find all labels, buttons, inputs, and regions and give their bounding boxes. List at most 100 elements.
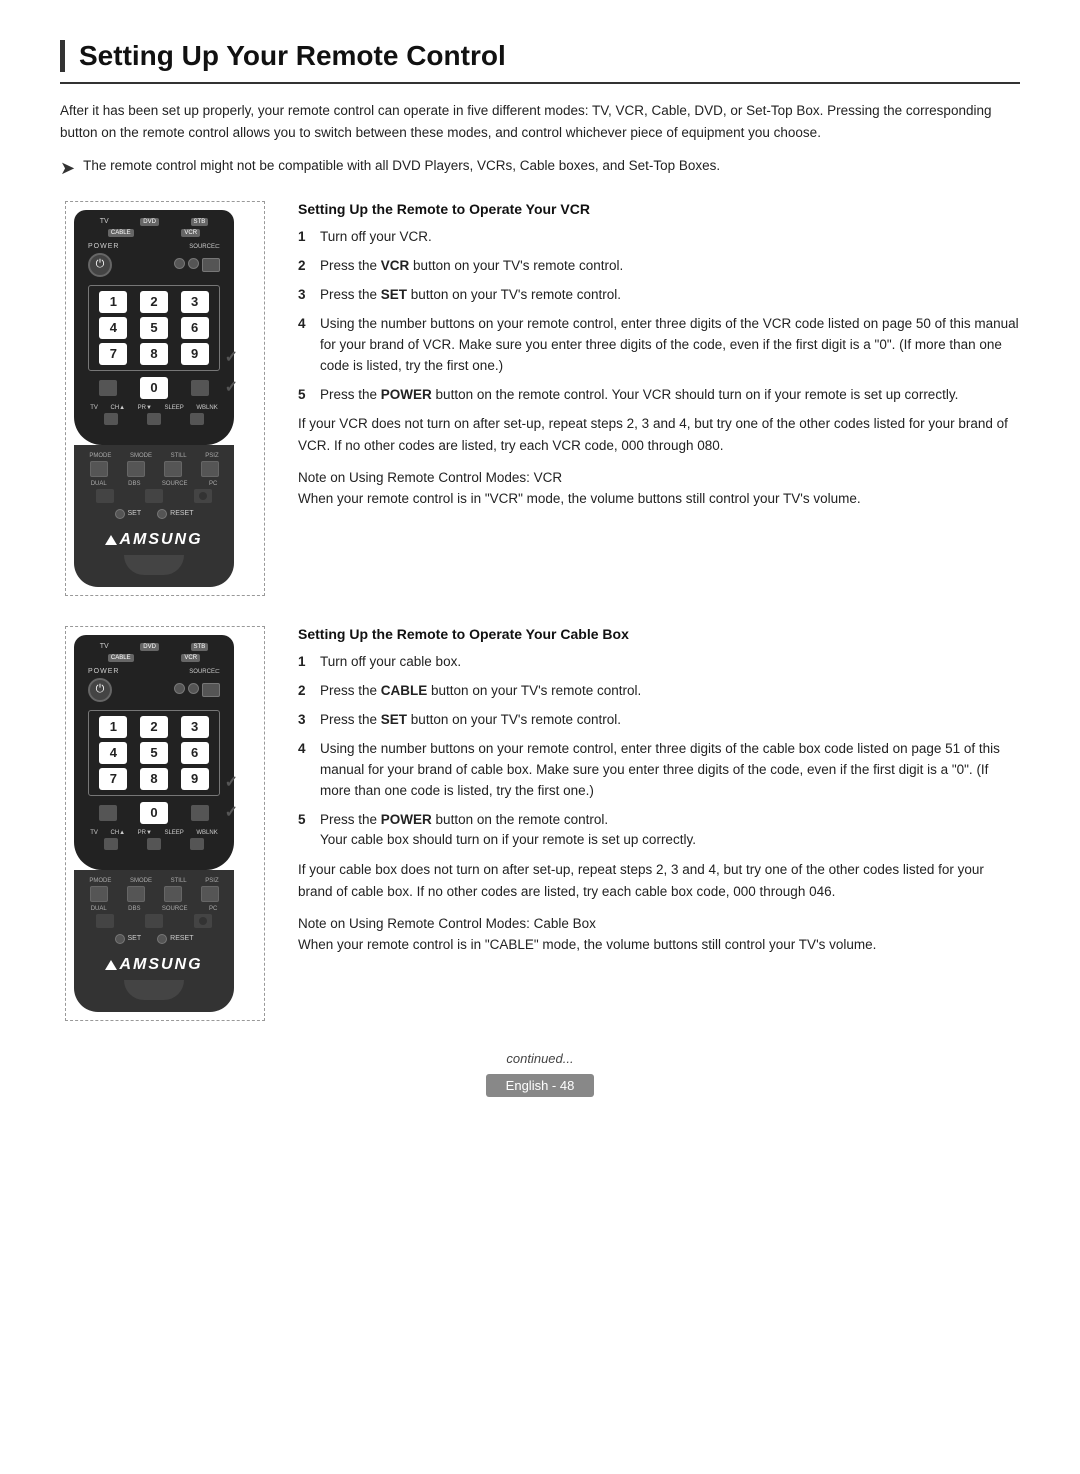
tv-nav-label: TV xyxy=(90,405,98,411)
cable-pr-nav-label: PR▼ xyxy=(138,830,152,836)
small-btn-1[interactable] xyxy=(174,258,185,269)
compatibility-note: ➤ The remote control might not be compat… xyxy=(60,155,1020,183)
reset-label: RESET xyxy=(170,510,193,517)
nav-btn-3[interactable] xyxy=(190,413,204,425)
power-circle-btn[interactable]: ⏻ xyxy=(88,253,112,277)
pr-nav-label: PR▼ xyxy=(138,405,152,411)
cable-steps-list: 1 Turn off your cable box. 2 Press the C… xyxy=(298,652,1020,851)
cable-nav-btn-2[interactable] xyxy=(147,838,161,850)
cable-step-text-5: Press the POWER button on the remote con… xyxy=(320,810,696,852)
lower-btn-1[interactable] xyxy=(90,461,108,477)
note-text: The remote control might not be compatib… xyxy=(83,155,720,177)
cable-instructions: Setting Up the Remote to Operate Your Ca… xyxy=(298,626,1020,1021)
ch-nav-label: CH▲ xyxy=(110,405,125,411)
cable-lower-btn-2[interactable] xyxy=(127,886,145,902)
cable-set-btn-group: SET xyxy=(115,934,142,944)
source-label: SOURCE⊏ xyxy=(189,243,220,250)
cable-num-9[interactable]: 9 xyxy=(181,768,209,790)
vcr-remote-wrapper: TV DVD STB CABLE VCR POWER SOURCE⊏ ⏻ xyxy=(65,201,265,596)
num-2[interactable]: 2 xyxy=(140,291,168,313)
intro-paragraph: After it has been set up properly, your … xyxy=(60,100,1020,143)
cable-step-text-3: Press the SET button on your TV's remote… xyxy=(320,710,621,731)
cable-ch-nav-label: CH▲ xyxy=(110,830,125,836)
cable-lower-btn-3[interactable] xyxy=(164,886,182,902)
cable-reset-circle[interactable] xyxy=(157,934,167,944)
cable-dash-btn-right[interactable] xyxy=(191,805,209,821)
lower-sub-btn-3[interactable] xyxy=(194,489,212,503)
cable-step-num-3: 3 xyxy=(298,710,320,731)
cable-power-circle-btn[interactable]: ⏻ xyxy=(88,678,112,702)
nav-btn-2[interactable] xyxy=(147,413,161,425)
cable-nav-btn-1[interactable] xyxy=(104,838,118,850)
cable-numpad-row-3: 7 8 9 xyxy=(93,768,215,790)
vcr-step-1: 1 Turn off your VCR. xyxy=(298,227,1020,248)
cable-num-0[interactable]: 0 xyxy=(140,802,168,824)
nav-btn-1[interactable] xyxy=(104,413,118,425)
lower-btn-2[interactable] xyxy=(127,461,145,477)
cable-dual-label: DUAL xyxy=(91,906,107,912)
lower-sub-labels: DUAL DBS SOURCE PC xyxy=(80,481,228,487)
cable-lower-sub-btn-1[interactable] xyxy=(96,914,114,928)
cable-source-sub-label: SOURCE xyxy=(162,906,188,912)
small-btn-2[interactable] xyxy=(188,258,199,269)
cable-lower-sub-btn-3[interactable] xyxy=(194,914,212,928)
cable-num-8[interactable]: 8 xyxy=(140,768,168,790)
samsung-triangle xyxy=(105,535,117,545)
cable-small-rect-btn[interactable] xyxy=(202,683,220,697)
vcr-mode-note-label: Note on Using Remote Control Modes: VCR xyxy=(298,470,562,485)
cable-num-6[interactable]: 6 xyxy=(181,742,209,764)
set-circle[interactable] xyxy=(115,509,125,519)
num-5[interactable]: 5 xyxy=(140,317,168,339)
vcr-step-5: 5 Press the POWER button on the remote c… xyxy=(298,385,1020,406)
num-6[interactable]: 6 xyxy=(181,317,209,339)
cable-small-btn-2[interactable] xyxy=(188,683,199,694)
lower-sub-btn-2[interactable] xyxy=(145,489,163,503)
lower-btn-3[interactable] xyxy=(164,461,182,477)
num-7[interactable]: 7 xyxy=(99,343,127,365)
small-rect-btn[interactable] xyxy=(202,258,220,272)
num-3[interactable]: 3 xyxy=(181,291,209,313)
num-4[interactable]: 4 xyxy=(99,317,127,339)
cable-num-4[interactable]: 4 xyxy=(99,742,127,764)
cable-dash-btn-left[interactable] xyxy=(99,805,117,821)
num-9[interactable]: 9 xyxy=(181,343,209,365)
num-0[interactable]: 0 xyxy=(140,377,168,399)
lower-btn-4[interactable] xyxy=(201,461,219,477)
cable-numpad: 1 2 3 4 5 6 7 8 9 xyxy=(88,710,220,796)
cable-lower-btn-1[interactable] xyxy=(90,886,108,902)
page-indicator: English - 48 xyxy=(60,1074,1020,1097)
vcr-mode-note-text: When your remote control is in "VCR" mod… xyxy=(298,491,861,506)
tv-label: TV xyxy=(100,218,109,226)
cable-num-1[interactable]: 1 xyxy=(99,716,127,738)
num-8[interactable]: 8 xyxy=(140,343,168,365)
reset-circle[interactable] xyxy=(157,509,167,519)
cable-num-2[interactable]: 2 xyxy=(140,716,168,738)
cable-lower-btn-4[interactable] xyxy=(201,886,219,902)
cable-small-btn-1[interactable] xyxy=(174,683,185,694)
cable-remote-body-container: TV DVD STB CABLE VCR POWER SOURCE⊏ ⏻ xyxy=(74,635,234,1012)
dash-btn-left[interactable] xyxy=(99,380,117,396)
dash-btn-right[interactable] xyxy=(191,380,209,396)
cable-remote-wrapper: TV DVD STB CABLE VCR POWER SOURCE⊏ ⏻ xyxy=(65,626,265,1021)
numpad-row-3: 7 8 9 xyxy=(93,343,215,365)
cable-still-label: STILL xyxy=(171,878,187,884)
cable-cable-btn: CABLE xyxy=(108,654,134,662)
cable-num-3[interactable]: 3 xyxy=(181,716,209,738)
vcr-step-3: 3 Press the SET button on your TV's remo… xyxy=(298,285,1020,306)
cable-nav-btn-3[interactable] xyxy=(190,838,204,850)
cable-lower-sub-labels: DUAL DBS SOURCE PC xyxy=(80,906,228,912)
cable-num-7[interactable]: 7 xyxy=(99,768,127,790)
remote-bottom-curve xyxy=(124,555,184,575)
lower-sub-btn-1[interactable] xyxy=(96,489,114,503)
vcr-remote-lower: PMODE SMODE STILL PSIZ DUAL DBS xyxy=(74,445,234,587)
cable-numpad-row-1: 1 2 3 xyxy=(93,716,215,738)
cable-set-circle[interactable] xyxy=(115,934,125,944)
cable-num-5[interactable]: 5 xyxy=(140,742,168,764)
num-1[interactable]: 1 xyxy=(99,291,127,313)
cable-smode-label: SMODE xyxy=(130,878,152,884)
cable-dbs-label: DBS xyxy=(128,906,140,912)
step-text-3: Press the SET button on your TV's remote… xyxy=(320,285,621,306)
step-num-5: 5 xyxy=(298,385,320,406)
wbl-nav-label: WBLNK xyxy=(196,405,217,411)
cable-lower-sub-btn-2[interactable] xyxy=(145,914,163,928)
